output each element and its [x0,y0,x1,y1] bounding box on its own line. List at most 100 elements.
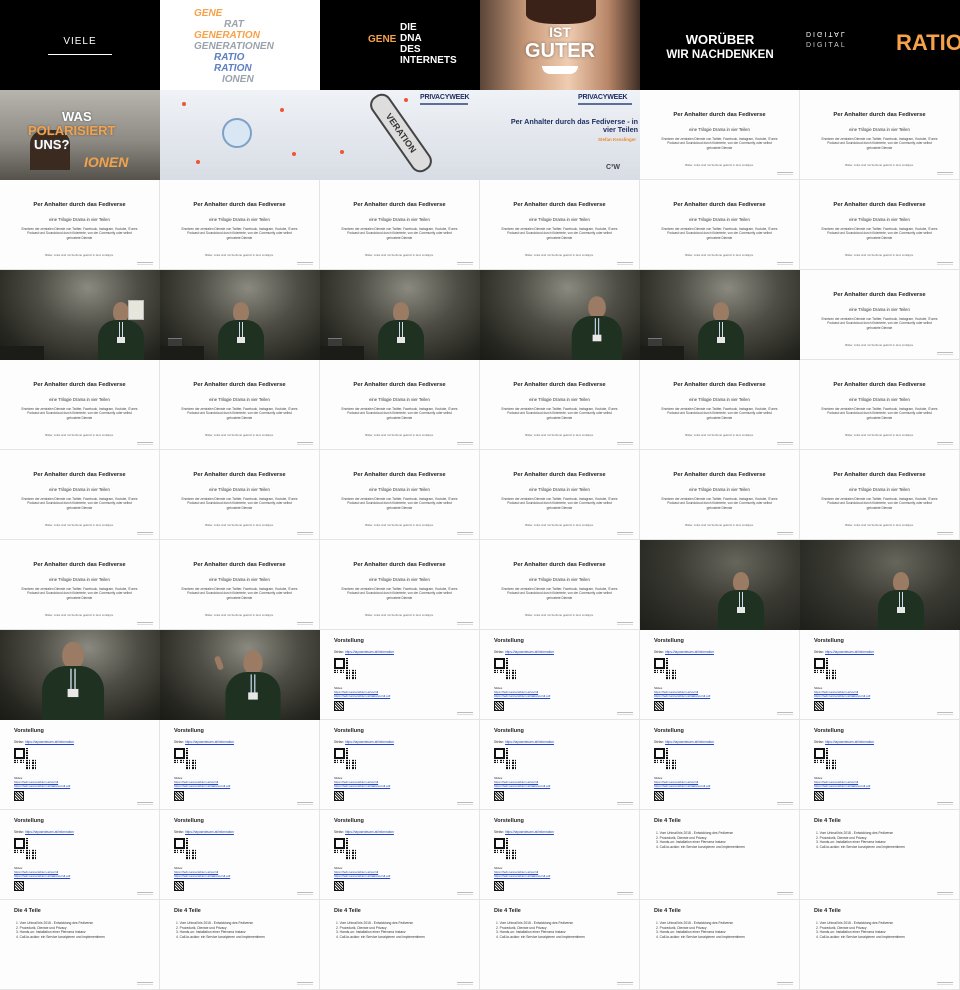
slides-pdf-link[interactable]: https://fedi.nannersibium.at/talks/ver/d… [494,784,550,788]
contact-link[interactable]: https://tayosedeuam.at/information [665,740,714,744]
slides-pdf-link[interactable]: https://fedi.nannersibium.at/talks/ver/d… [494,694,550,698]
title-slide-thumbnail[interactable]: Per Anhalter durch das Fediverse eine Tr… [480,360,640,450]
slide-title: Die 4 Teile [14,908,41,914]
title-slide-thumbnail[interactable]: Per Anhalter durch das Fediverse eine Tr… [0,450,160,540]
vorstellung-slide-thumbnail[interactable]: Vorstellung Stefan: https://tayosedeuam.… [640,630,800,720]
title-slide-thumbnail[interactable]: Per Anhalter durch das Fediverse eine Tr… [480,450,640,540]
slides-pdf-link[interactable]: https://fedi.nannersibium.at/talks/ver/d… [654,784,710,788]
slides-pdf-link[interactable]: https://fedi.nannersibium.at/talks/ver/d… [654,694,710,698]
slides-pdf-link[interactable]: https://fedi.nannersibium.at/talks/ver/d… [14,874,70,878]
title-slide-thumbnail[interactable]: Per Anhalter durch das Fediverse eine Tr… [320,180,480,270]
slides-pdf-link[interactable]: https://fedi.nannersibium.at/talks/ver/d… [334,874,390,878]
title-slide-thumbnail[interactable]: Per Anhalter durch das Fediverse eine Tr… [640,360,800,450]
vorstellung-slide-thumbnail[interactable]: Vorstellung Stefan: https://tayosedeuam.… [0,720,160,810]
teile-slide-thumbnail[interactable]: Die 4 Teile 1. Vom Urknall bis 2018 - En… [160,900,320,990]
intro-slide-talk-title[interactable]: PRIVACYWEEK Per Anhalter durch das Fediv… [480,90,640,180]
contact-link[interactable]: https://tayosedeuam.at/information [185,740,234,744]
intro-slide-generation-words[interactable]: GENE RAT GENERATION GENERATIONEN RATIO R… [160,0,320,90]
teile-slide-thumbnail[interactable]: Die 4 Teile 1. Vom Urknall bis 2018 - En… [0,900,160,990]
vorstellung-slide-thumbnail[interactable]: Vorstellung Stefan: https://tayosedeuam.… [0,810,160,900]
contact-link[interactable]: https://tayosedeuam.at/information [345,650,394,654]
title-slide-thumbnail[interactable]: Per Anhalter durch das Fediverse eine Tr… [0,180,160,270]
vorstellung-slide-thumbnail[interactable]: Vorstellung Stefan: https://tayosedeuam.… [800,630,960,720]
title-slide-thumbnail[interactable]: Per Anhalter durch das Fediverse eine Tr… [480,540,640,630]
slides-pdf-link[interactable]: https://fedi.nannersibium.at/talks/ver/d… [814,784,870,788]
teile-slide-thumbnail[interactable]: Die 4 Teile 1. Vom Urknall bis 2018 - En… [640,900,800,990]
title-slide-thumbnail[interactable]: Per Anhalter durch das Fediverse eine Tr… [320,450,480,540]
title-slide-thumbnail[interactable]: Per Anhalter durch das Fediverse eine Tr… [320,360,480,450]
title-slide-thumbnail[interactable]: Per Anhalter durch das Fediverse eine Tr… [0,540,160,630]
vorstellung-slide-thumbnail[interactable]: Vorstellung Stefan: https://tayosedeuam.… [640,720,800,810]
intro-slide-veration[interactable]: VERATION PRIVACYWEEK [320,90,480,180]
teile-slide-thumbnail[interactable]: Die 4 Teile 1. Vom Urknall bis 2018 - En… [480,900,640,990]
contact-link[interactable]: https://tayosedeuam.at/information [825,650,874,654]
title-slide-thumbnail[interactable]: Per Anhalter durch das Fediverse eine Tr… [800,450,960,540]
slide-title: Per Anhalter durch das Fediverse [673,472,766,478]
vorstellung-slide-thumbnail[interactable]: Vorstellung Stefan: https://tayosedeuam.… [320,810,480,900]
slide-subtitle: eine Trilogie Drama in vier Teilen [209,217,270,222]
title-slide-thumbnail[interactable]: Per Anhalter durch das Fediverse eine Tr… [160,180,320,270]
vorstellung-slide-thumbnail[interactable]: Vorstellung Stefan: https://tayosedeuam.… [480,630,640,720]
title-slide-thumbnail[interactable]: Per Anhalter durch das Fediverse eine Tr… [640,450,800,540]
contact-link[interactable]: https://tayosedeuam.at/information [25,830,74,834]
title-slide-thumbnail[interactable]: Per Anhalter durch das Fediverse eine Tr… [160,360,320,450]
intro-slide-woruber[interactable]: WORÜBER WIR NACHDENKEN [640,0,800,90]
footer-logo-icon [937,892,953,895]
contact-link[interactable]: https://tayosedeuam.at/information [25,740,74,744]
teile-slide-thumbnail[interactable]: Die 4 Teile 1. Vom Urknall bis 2018 - En… [800,900,960,990]
speaker-photo-thumbnail[interactable] [320,270,480,360]
teile-slide-thumbnail[interactable]: Die 4 Teile 1. Vom Urknall bis 2018 - En… [640,810,800,900]
title-slide-thumbnail[interactable]: Per Anhalter durch das Fediverse eine Tr… [640,180,800,270]
slides-pdf-link[interactable]: https://fedi.nannersibium.at/talks/ver/d… [14,784,70,788]
contact-link[interactable]: https://tayosedeuam.at/information [505,830,554,834]
title-slide-thumbnail[interactable]: Per Anhalter durch das Fediverse eine Tr… [800,180,960,270]
slides-pdf-link[interactable]: https://fedi.nannersibium.at/talks/ver/d… [174,784,230,788]
title-slide-thumbnail[interactable]: Per Anhalter durch das Fediverse eine Tr… [640,90,800,180]
speaker-photo-thumbnail[interactable] [640,540,800,630]
intro-slide-viele[interactable]: VIELE [0,0,160,90]
intro-slide-network-face[interactable] [160,90,320,180]
vorstellung-slide-thumbnail[interactable]: Vorstellung Stefan: https://tayosedeuam.… [160,810,320,900]
teile-slide-thumbnail[interactable]: Die 4 Teile 1. Vom Urknall bis 2018 - En… [800,810,960,900]
slides-pdf-link[interactable]: https://fedi.nannersibium.at/talks/ver/d… [334,694,390,698]
vorstellung-slide-thumbnail[interactable]: Vorstellung Stefan: https://tayosedeuam.… [800,720,960,810]
intro-slide-ratio[interactable]: DIGITAL DIGITAL RATIO [800,0,960,90]
speaker-photo-thumbnail[interactable] [160,630,320,720]
contact-link[interactable]: https://tayosedeuam.at/information [345,740,394,744]
title-slide-thumbnail[interactable]: Per Anhalter durch das Fediverse eine Tr… [0,360,160,450]
contact-link[interactable]: https://tayosedeuam.at/information [185,830,234,834]
vorstellung-slide-thumbnail[interactable]: Vorstellung Stefan: https://tayosedeuam.… [480,810,640,900]
intro-slide-dna[interactable]: GENE DIE DNA DES INTERNETS [320,0,480,90]
speaker-photo-thumbnail[interactable] [0,630,160,720]
vorstellung-slide-thumbnail[interactable]: Vorstellung Stefan: https://tayosedeuam.… [320,630,480,720]
teile-slide-thumbnail[interactable]: Die 4 Teile 1. Vom Urknall bis 2018 - En… [320,900,480,990]
contact-link[interactable]: https://tayosedeuam.at/information [825,740,874,744]
contact-link[interactable]: https://tayosedeuam.at/information [665,650,714,654]
title-slide-thumbnail[interactable]: Per Anhalter durch das Fediverse eine Tr… [320,540,480,630]
title-slide-thumbnail[interactable]: Per Anhalter durch das Fediverse eine Tr… [800,270,960,360]
title-slide-thumbnail[interactable]: Per Anhalter durch das Fediverse eine Tr… [160,450,320,540]
slides-pdf-link[interactable]: https://fedi.nannersibium.at/talks/ver/d… [174,874,230,878]
speaker-photo-thumbnail[interactable] [640,270,800,360]
contact-link[interactable]: https://tayosedeuam.at/information [505,740,554,744]
contact-label: Stefan: [654,740,665,744]
speaker-photo-thumbnail[interactable] [480,270,640,360]
intro-slide-polarisiert[interactable]: WAS POLARISIERT UNS? IONEN [0,90,160,180]
title-slide-thumbnail[interactable]: Per Anhalter durch das Fediverse eine Tr… [160,540,320,630]
slides-pdf-link[interactable]: https://fedi.nannersibium.at/talks/ver/d… [814,694,870,698]
contact-link[interactable]: https://tayosedeuam.at/information [345,830,394,834]
intro-slide-portrait[interactable]: IST GUTER [480,0,640,90]
slides-pdf-link[interactable]: https://fedi.nannersibium.at/talks/ver/d… [494,874,550,878]
speaker-photo-thumbnail[interactable] [160,270,320,360]
title-slide-thumbnail[interactable]: Per Anhalter durch das Fediverse eine Tr… [800,360,960,450]
slides-pdf-link[interactable]: https://fedi.nannersibium.at/talks/ver/d… [334,784,390,788]
speaker-photo-thumbnail[interactable] [800,540,960,630]
contact-link[interactable]: https://tayosedeuam.at/information [505,650,554,654]
title-slide-thumbnail[interactable]: Per Anhalter durch das Fediverse eine Tr… [480,180,640,270]
contact-line: Stefan: https://tayosedeuam.at/informati… [14,740,74,744]
vorstellung-slide-thumbnail[interactable]: Vorstellung Stefan: https://tayosedeuam.… [480,720,640,810]
vorstellung-slide-thumbnail[interactable]: Vorstellung Stefan: https://tayosedeuam.… [320,720,480,810]
vorstellung-slide-thumbnail[interactable]: Vorstellung Stefan: https://tayosedeuam.… [160,720,320,810]
speaker-photo-thumbnail[interactable] [0,270,160,360]
title-slide-thumbnail[interactable]: Per Anhalter durch das Fediverse eine Tr… [800,90,960,180]
